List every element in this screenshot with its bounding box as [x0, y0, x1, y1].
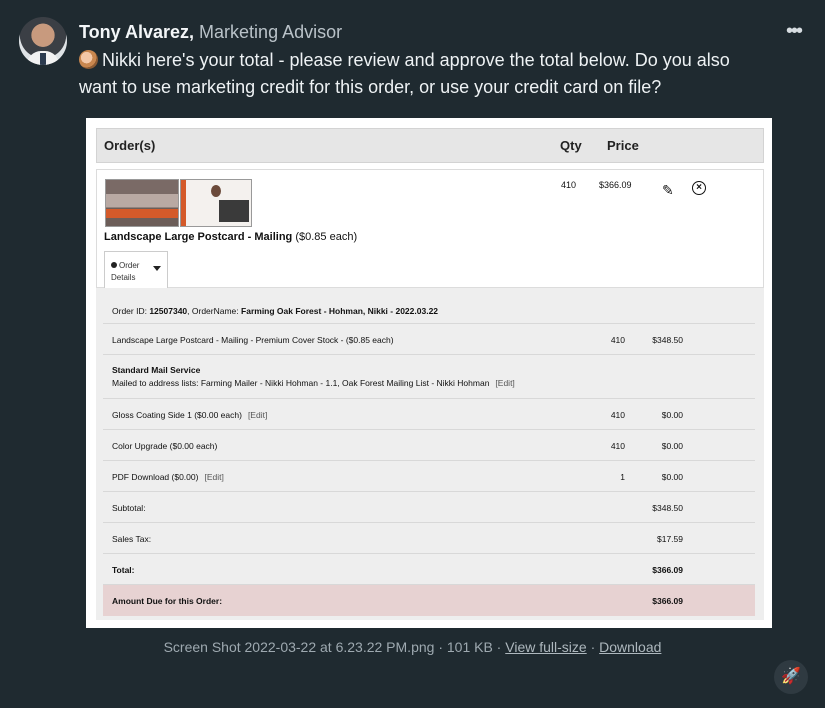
sender-name[interactable]: Tony Alvarez, [79, 22, 194, 42]
edit-link[interactable]: [Edit] [248, 410, 267, 420]
item-qty: 410 [561, 180, 577, 190]
message-header: Tony Alvarez, Marketing Advisor [79, 21, 342, 43]
line-item-gloss: Gloss Coating Side 1 ($0.00 each) [Edit] … [103, 399, 755, 430]
order-details-panel: Order ID: 12507340, OrderName: Farming O… [96, 288, 764, 620]
attached-screenshot[interactable]: Order(s) Qty Price Landscape Large Postc… [86, 118, 772, 628]
more-options-icon[interactable]: ••• [786, 20, 803, 43]
order-item-row: Landscape Large Postcard - Mailing ($0.8… [96, 169, 764, 288]
chevron-down-icon [153, 266, 161, 271]
attachment-file-info: Screen Shot 2022-03-22 at 6.23.22 PM.png… [163, 639, 502, 655]
attachment-caption: Screen Shot 2022-03-22 at 6.23.22 PM.png… [163, 639, 662, 655]
edit-link[interactable]: [Edit] [204, 472, 223, 482]
total-row: Total: $366.09 [103, 554, 755, 585]
info-icon [111, 262, 117, 268]
remove-item-icon[interactable]: × [692, 181, 706, 195]
message-text: Nikki here's your total - please review … [79, 50, 730, 97]
line-item-mail-service: Standard Mail Service Mailed to address … [103, 355, 755, 399]
postcard-front-thumbnail[interactable] [105, 179, 179, 227]
edit-link[interactable]: [Edit] [495, 378, 514, 388]
orders-column-header: Order(s) [104, 138, 156, 153]
order-id-row: Order ID: 12507340, OrderName: Farming O… [103, 288, 755, 324]
product-name: Landscape Large Postcard - Mailing ($0.8… [104, 231, 358, 243]
subtotal-row: Subtotal: $348.50 [103, 492, 755, 523]
order-table-header: Order(s) Qty Price [96, 128, 764, 163]
view-full-size-link[interactable]: View full-size [505, 639, 586, 655]
recipient-avatar-icon [79, 50, 98, 69]
order-details-tab[interactable]: Order Details [104, 251, 168, 288]
price-column-header: Price [607, 138, 639, 153]
edit-pencil-icon[interactable]: ✎ [662, 182, 674, 199]
message-body: Nikki here's your total - please review … [79, 47, 769, 101]
qty-column-header: Qty [560, 138, 582, 153]
postcard-back-thumbnail[interactable] [180, 179, 252, 227]
sender-role: Marketing Advisor [199, 22, 343, 42]
sales-tax-row: Sales Tax: $17.59 [103, 523, 755, 554]
item-price: $366.09 [599, 180, 632, 190]
download-link[interactable]: Download [599, 639, 661, 655]
sender-avatar[interactable] [19, 17, 67, 65]
line-item-postcard: Landscape Large Postcard - Mailing - Pre… [103, 324, 755, 355]
rocket-icon[interactable]: 🚀 [774, 660, 808, 694]
amount-due-row: Amount Due for this Order: $366.09 [103, 585, 755, 616]
line-item-color: Color Upgrade ($0.00 each) 410 $0.00 [103, 430, 755, 461]
line-item-pdf: PDF Download ($0.00) [Edit] 1 $0.00 [103, 461, 755, 492]
